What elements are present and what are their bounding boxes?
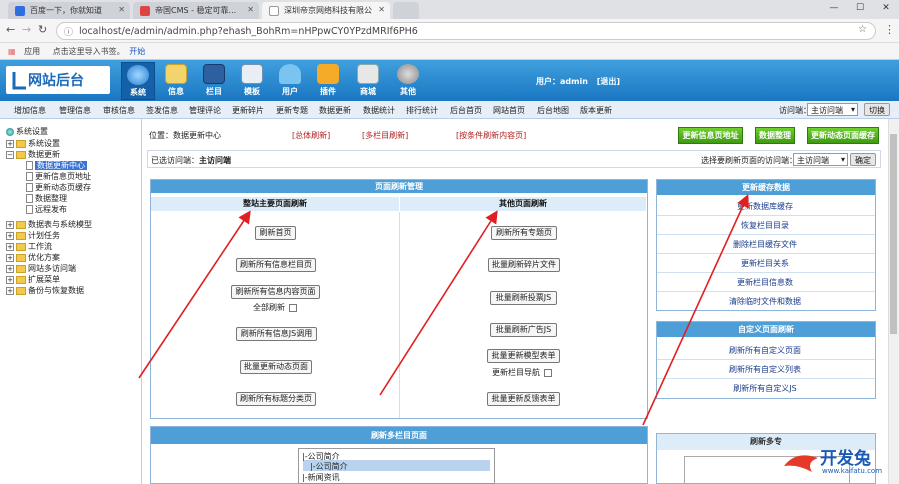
arrow-main-pages bbox=[138, 210, 251, 379]
watermark-text: 开发兔 bbox=[820, 449, 871, 469]
arrow-other-pages bbox=[379, 210, 498, 396]
rabbit-logo-icon bbox=[784, 455, 818, 472]
annotation-arrows bbox=[138, 194, 749, 426]
arrow-cache bbox=[642, 194, 749, 426]
watermark-url: www.kaifatu.com bbox=[822, 467, 883, 475]
watermark-logo: 开发兔 www.kaifatu.com bbox=[782, 442, 892, 482]
